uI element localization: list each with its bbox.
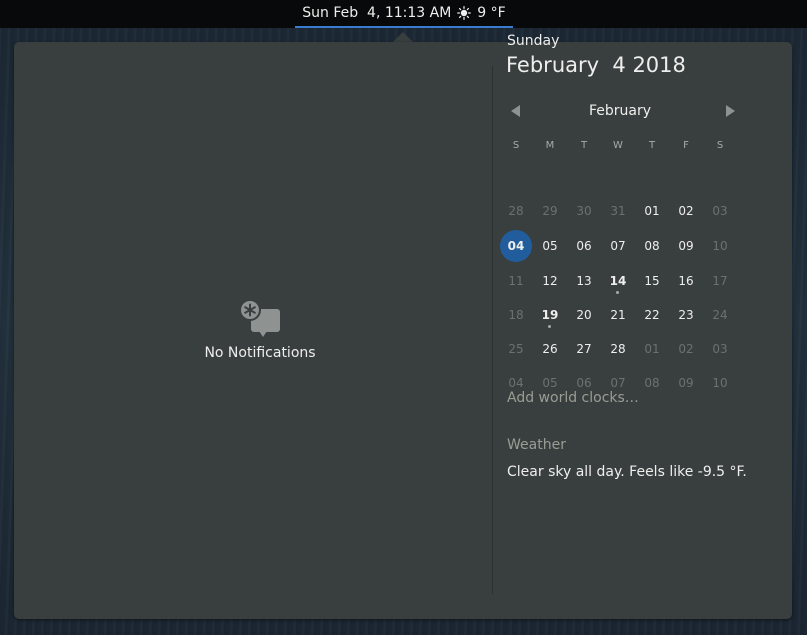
weather-summary[interactable]: Clear sky all day. Feels like -9.5 °F. (507, 464, 747, 480)
calendar-day-today[interactable]: 04 (500, 230, 532, 262)
calendar-day[interactable]: 06 (567, 229, 601, 263)
calendar-popover: No Notifications (14, 42, 792, 619)
weekday-header: S (716, 140, 724, 151)
clock-menu-button[interactable]: Sun Feb 4, 11:13 AM 9 °F (295, 0, 513, 28)
calendar-day[interactable]: 27 (567, 332, 601, 366)
weekday-header: T (580, 140, 588, 151)
calendar-day[interactable]: 19 (533, 298, 567, 332)
divider (492, 66, 493, 594)
calendar-day[interactable]: 24 (703, 298, 737, 332)
sun-icon (457, 6, 472, 20)
calendar-day[interactable]: 28 (499, 194, 533, 228)
calendar-day[interactable]: 11 (499, 264, 533, 298)
weekday-header: S (512, 140, 520, 151)
calendar-day[interactable]: 29 (533, 194, 567, 228)
event-indicator (548, 325, 551, 328)
calendar-day[interactable]: 21 (601, 298, 635, 332)
calendar-day[interactable]: 15 (635, 264, 669, 298)
next-month-icon[interactable] (726, 105, 735, 117)
notification-list-empty: No Notifications (194, 297, 326, 361)
weekday-header: M (545, 140, 555, 151)
calendar-month-label: February (588, 103, 652, 119)
calendar-day[interactable]: 08 (635, 229, 669, 263)
weekday-header: T (648, 140, 656, 151)
calendar-day[interactable]: 14 (601, 264, 635, 298)
calendar-day[interactable]: 10 (703, 229, 737, 263)
calendar-day[interactable]: 13 (567, 264, 601, 298)
no-notifications-label: No Notifications (204, 345, 316, 361)
calendar-day[interactable]: 09 (669, 229, 703, 263)
calendar-day[interactable]: 18 (499, 298, 533, 332)
calendar-day[interactable]: 30 (567, 194, 601, 228)
calendar-day[interactable]: 09 (669, 366, 703, 400)
clock-date-time: Sun Feb 4, 11:13 AM (302, 5, 452, 21)
calendar-day[interactable]: 12 (533, 264, 567, 298)
weather-section-title[interactable]: Weather (507, 437, 566, 453)
calendar-day[interactable]: 03 (703, 194, 737, 228)
weekday-header: W (613, 140, 623, 151)
calendar-day[interactable]: 01 (635, 194, 669, 228)
calendar-day[interactable]: 02 (669, 194, 703, 228)
weekday-header: F (683, 140, 689, 151)
top-bar: Sun Feb 4, 11:13 AM 9 °F (0, 0, 807, 28)
calendar-day[interactable]: 10 (703, 366, 737, 400)
calendar-day[interactable]: 16 (669, 264, 703, 298)
calendar-day[interactable]: 20 (567, 298, 601, 332)
calendar-day[interactable]: 23 (669, 298, 703, 332)
calendar-day[interactable]: 17 (703, 264, 737, 298)
calendar-day[interactable]: 02 (669, 332, 703, 366)
calendar-day[interactable]: 05 (533, 229, 567, 263)
calendar-day[interactable]: 07 (601, 229, 635, 263)
event-indicator (616, 291, 619, 294)
calendar-day[interactable]: 08 (635, 366, 669, 400)
weekday-label: Sunday (507, 33, 560, 49)
calendar-day[interactable]: 26 (533, 332, 567, 366)
calendar-day[interactable]: 28 (601, 332, 635, 366)
temperature: 9 °F (477, 5, 506, 21)
no-notifications-icon (239, 299, 280, 337)
calendar-header: February (505, 100, 735, 124)
calendar-day[interactable]: 31 (601, 194, 635, 228)
calendar-day[interactable]: 01 (635, 332, 669, 366)
calendar-day[interactable]: 22 (635, 298, 669, 332)
calendar-day[interactable]: 03 (703, 332, 737, 366)
calendar-day[interactable]: 25 (499, 332, 533, 366)
add-world-clocks-button[interactable]: Add world clocks… (507, 390, 639, 406)
full-date-label[interactable]: February 4 2018 (506, 53, 686, 77)
